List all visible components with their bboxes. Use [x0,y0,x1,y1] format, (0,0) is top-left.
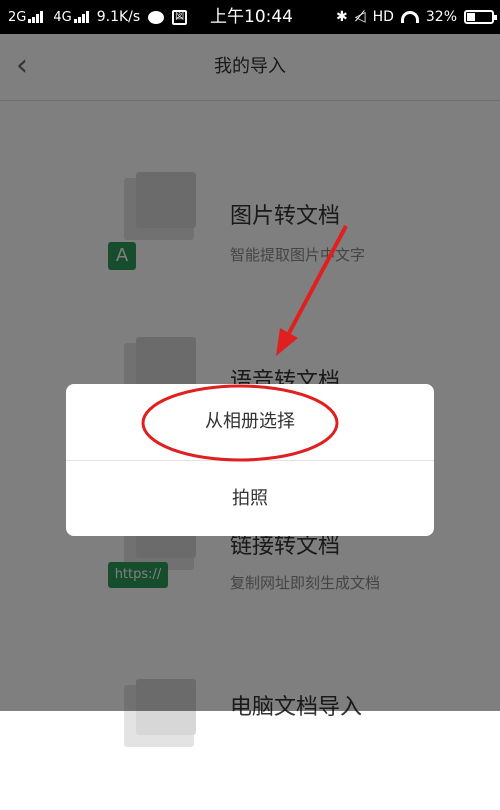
modal-backdrop[interactable] [0,34,500,711]
sim1-signal: 2G [8,9,44,25]
status-clock: 上午10:44 [210,7,293,27]
message-bubble-icon [148,10,165,24]
status-bar: 2G 4G 9.1K/s 図 上午10:44 ✱ ◁̸ HD 32% [0,0,500,34]
signal-bars-icon [73,11,89,23]
sim1-label: 2G [8,9,27,25]
wifi-icon [400,11,419,23]
photo-source-dialog: 从相册选择 拍照 [66,384,434,536]
sim2-signal: 4G [53,9,89,25]
network-speed: 9.1K/s [96,9,141,25]
battery-percent: 32% [425,9,457,25]
status-left: 2G 4G 9.1K/s 図 [8,0,188,34]
take-photo-button[interactable]: 拍照 [66,461,434,536]
signal-bars-icon [28,11,44,23]
hd-label: HD [372,9,394,25]
bluetooth-icon: ✱ [336,9,348,25]
status-right: ✱ ◁̸ HD 32% [336,0,497,34]
mute-icon: ◁̸ [354,9,366,25]
notification-app-icon: 図 [172,9,188,25]
sim2-label: 4G [53,9,72,25]
choose-from-album-button[interactable]: 从相册选择 [66,384,434,460]
battery-icon [464,10,497,24]
